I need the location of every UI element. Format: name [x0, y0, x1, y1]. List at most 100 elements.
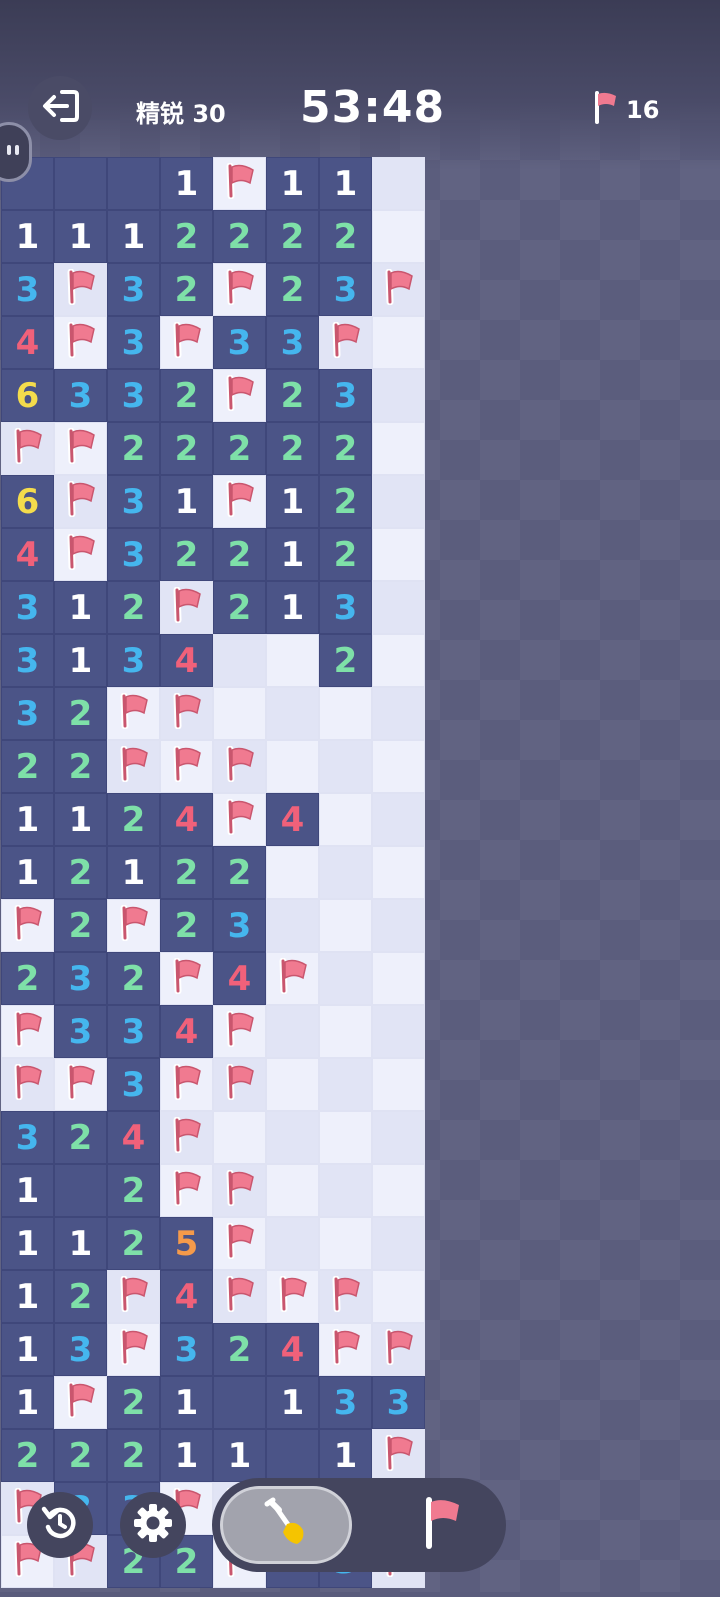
unrevealed-cell[interactable]	[372, 1270, 425, 1323]
unrevealed-cell[interactable]	[213, 1111, 266, 1164]
flagged-cell[interactable]	[54, 1058, 107, 1111]
number-cell[interactable]: 3	[107, 634, 160, 687]
unrevealed-cell[interactable]	[372, 369, 425, 422]
unrevealed-cell[interactable]	[266, 1005, 319, 1058]
unrevealed-cell[interactable]	[319, 1058, 372, 1111]
number-cell[interactable]: 3	[54, 369, 107, 422]
number-cell[interactable]: 2	[266, 422, 319, 475]
flagged-cell[interactable]	[213, 369, 266, 422]
unrevealed-cell[interactable]	[266, 899, 319, 952]
flagged-cell[interactable]	[1, 1058, 54, 1111]
exit-button[interactable]	[28, 76, 92, 140]
number-cell[interactable]: 4	[160, 793, 213, 846]
unrevealed-cell[interactable]	[213, 634, 266, 687]
flagged-cell[interactable]	[213, 1005, 266, 1058]
number-cell[interactable]: 4	[213, 952, 266, 1005]
number-cell[interactable]: 2	[107, 1429, 160, 1482]
unrevealed-cell[interactable]	[266, 634, 319, 687]
revealed-empty-cell[interactable]	[54, 157, 107, 210]
number-cell[interactable]: 2	[54, 1429, 107, 1482]
number-cell[interactable]: 1	[1, 1217, 54, 1270]
number-cell[interactable]: 2	[213, 422, 266, 475]
dig-mode-button[interactable]	[220, 1486, 352, 1564]
number-cell[interactable]: 1	[319, 1429, 372, 1482]
number-cell[interactable]: 1	[54, 793, 107, 846]
number-cell[interactable]: 3	[319, 1376, 372, 1429]
unrevealed-cell[interactable]	[372, 1164, 425, 1217]
revealed-empty-cell[interactable]	[107, 157, 160, 210]
flagged-cell[interactable]	[319, 1323, 372, 1376]
number-cell[interactable]: 2	[319, 634, 372, 687]
unrevealed-cell[interactable]	[319, 793, 372, 846]
number-cell[interactable]: 2	[54, 1111, 107, 1164]
revealed-empty-cell[interactable]	[213, 1376, 266, 1429]
number-cell[interactable]: 2	[266, 369, 319, 422]
flagged-cell[interactable]	[107, 1270, 160, 1323]
unrevealed-cell[interactable]	[372, 687, 425, 740]
unrevealed-cell[interactable]	[372, 210, 425, 263]
number-cell[interactable]: 3	[107, 1005, 160, 1058]
number-cell[interactable]: 2	[266, 263, 319, 316]
flagged-cell[interactable]	[213, 1164, 266, 1217]
number-cell[interactable]: 3	[213, 316, 266, 369]
unrevealed-cell[interactable]	[319, 846, 372, 899]
number-cell[interactable]: 1	[266, 528, 319, 581]
number-cell[interactable]: 3	[107, 369, 160, 422]
unrevealed-cell[interactable]	[372, 1005, 425, 1058]
number-cell[interactable]: 2	[107, 793, 160, 846]
unrevealed-cell[interactable]	[266, 687, 319, 740]
flagged-cell[interactable]	[213, 740, 266, 793]
number-cell[interactable]: 2	[319, 475, 372, 528]
unrevealed-cell[interactable]	[372, 793, 425, 846]
number-cell[interactable]: 3	[213, 899, 266, 952]
number-cell[interactable]: 3	[107, 316, 160, 369]
unrevealed-cell[interactable]	[372, 1111, 425, 1164]
number-cell[interactable]: 3	[1, 634, 54, 687]
unrevealed-cell[interactable]	[266, 1111, 319, 1164]
number-cell[interactable]: 6	[1, 369, 54, 422]
settings-button[interactable]	[120, 1492, 186, 1558]
number-cell[interactable]: 2	[54, 846, 107, 899]
number-cell[interactable]: 1	[160, 1376, 213, 1429]
unrevealed-cell[interactable]	[319, 952, 372, 1005]
number-cell[interactable]: 1	[266, 475, 319, 528]
number-cell[interactable]: 1	[1, 846, 54, 899]
number-cell[interactable]: 2	[160, 846, 213, 899]
flagged-cell[interactable]	[319, 1270, 372, 1323]
flagged-cell[interactable]	[266, 952, 319, 1005]
number-cell[interactable]: 2	[107, 1376, 160, 1429]
unrevealed-cell[interactable]	[372, 475, 425, 528]
number-cell[interactable]: 2	[1, 952, 54, 1005]
flagged-cell[interactable]	[372, 1323, 425, 1376]
number-cell[interactable]: 3	[107, 475, 160, 528]
undo-button[interactable]	[27, 1492, 93, 1558]
flagged-cell[interactable]	[213, 793, 266, 846]
unrevealed-cell[interactable]	[319, 740, 372, 793]
flagged-cell[interactable]	[213, 263, 266, 316]
unrevealed-cell[interactable]	[319, 687, 372, 740]
number-cell[interactable]: 2	[319, 210, 372, 263]
number-cell[interactable]: 4	[160, 1005, 213, 1058]
unrevealed-cell[interactable]	[266, 740, 319, 793]
unrevealed-cell[interactable]	[372, 1217, 425, 1270]
number-cell[interactable]: 2	[213, 581, 266, 634]
number-cell[interactable]: 1	[1, 1323, 54, 1376]
unrevealed-cell[interactable]	[266, 1058, 319, 1111]
number-cell[interactable]: 1	[54, 581, 107, 634]
unrevealed-cell[interactable]	[266, 1164, 319, 1217]
number-cell[interactable]: 2	[54, 899, 107, 952]
flagged-cell[interactable]	[107, 1323, 160, 1376]
pause-button[interactable]	[0, 122, 32, 182]
flagged-cell[interactable]	[160, 1111, 213, 1164]
flagged-cell[interactable]	[213, 1058, 266, 1111]
number-cell[interactable]: 2	[213, 528, 266, 581]
number-cell[interactable]: 2	[54, 687, 107, 740]
unrevealed-cell[interactable]	[372, 740, 425, 793]
number-cell[interactable]: 3	[107, 263, 160, 316]
number-cell[interactable]: 1	[160, 1429, 213, 1482]
flagged-cell[interactable]	[107, 687, 160, 740]
flagged-cell[interactable]	[213, 157, 266, 210]
flagged-cell[interactable]	[319, 316, 372, 369]
number-cell[interactable]: 1	[160, 475, 213, 528]
number-cell[interactable]: 2	[1, 740, 54, 793]
